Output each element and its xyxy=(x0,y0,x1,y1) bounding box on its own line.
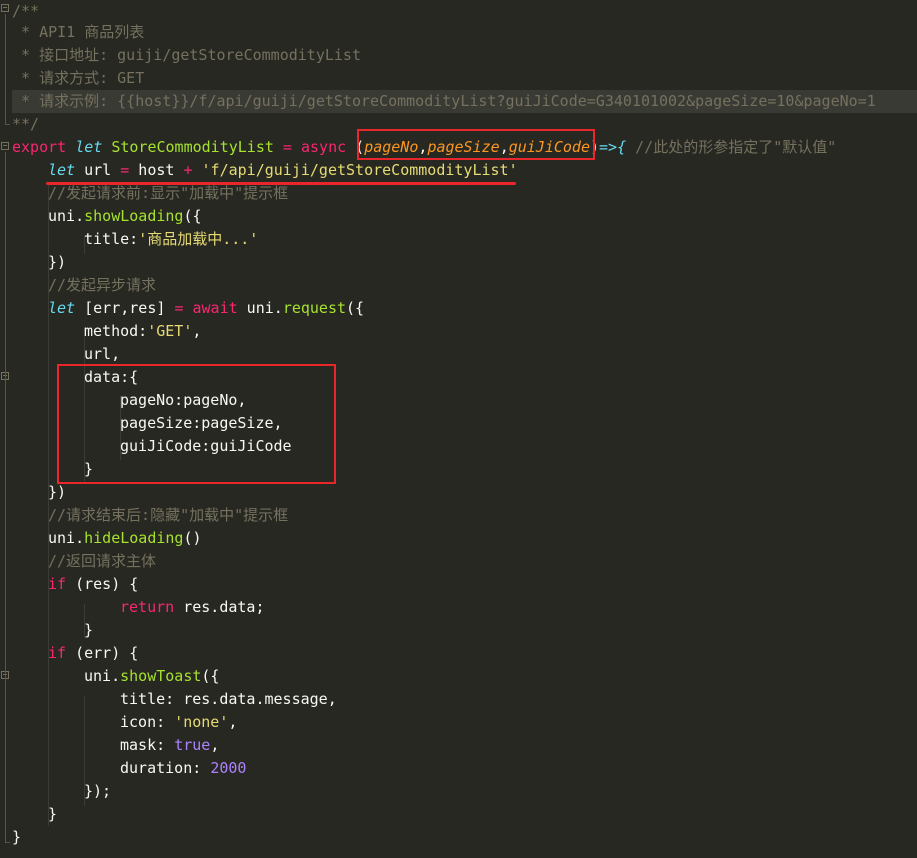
code-line: * 接口地址: guiji/getStoreCommodityList xyxy=(12,46,361,64)
code-line: } xyxy=(84,621,94,639)
fold-toggle-icon[interactable] xyxy=(1,4,9,12)
fold-gutter xyxy=(0,0,12,858)
token-number: 2000 xyxy=(210,759,247,777)
code-line: uni.showLoading({ xyxy=(48,205,917,228)
token-key: title: xyxy=(84,230,139,248)
token-punct: (res) { xyxy=(66,575,139,593)
token-operator: = xyxy=(120,161,130,179)
code-line: }) xyxy=(48,483,67,501)
token-string: '商品加载中...' xyxy=(138,230,259,248)
token-storage: let xyxy=(75,138,103,156)
code-line: title:'商品加载中...' xyxy=(84,228,917,251)
code-line: let url = host + 'f/api/guiji/getStoreCo… xyxy=(48,159,917,182)
code-editor[interactable]: /** * API1 商品列表 * 接口地址: guiji/getStoreCo… xyxy=(0,0,917,858)
token-punct: , xyxy=(192,322,202,340)
token-punct: , xyxy=(228,713,238,731)
token-punct: (err) { xyxy=(66,644,139,662)
token-arrow: =>{ xyxy=(599,138,636,156)
token-keyword: if xyxy=(48,575,67,593)
code-line: * 请求方式: GET xyxy=(12,69,145,87)
code-line: uni.hideLoading() xyxy=(48,527,917,550)
token-operator: = xyxy=(273,138,301,156)
token-operator: + xyxy=(183,161,193,179)
code-line: /** xyxy=(12,2,40,20)
token-identifier: uni. xyxy=(48,207,85,225)
code-line: }) xyxy=(48,253,67,271)
token-identifier: host xyxy=(129,161,184,179)
token-identifier: res.data; xyxy=(174,598,265,616)
token-string: 'f/api/guiji/getStoreCommodityList' xyxy=(192,161,518,179)
code-line-highlighted: * 请求示例: {{host}}/f/api/guiji/getStoreCom… xyxy=(12,90,917,113)
code-line: uni.showToast({ xyxy=(84,665,917,688)
code-line: let [err,res] = await uni.request({ xyxy=(48,297,917,320)
code-line: mask: true, xyxy=(120,734,917,757)
code-line: } xyxy=(12,828,22,846)
token-keyword: if xyxy=(48,644,67,662)
code-line: //发起异步请求 xyxy=(48,276,157,294)
token-function-call: showLoading xyxy=(84,207,184,225)
token-function-call: request xyxy=(282,299,347,317)
annotation-box-data xyxy=(57,364,336,484)
code-line: method:'GET', xyxy=(84,320,917,343)
code-line: //返回请求主体 xyxy=(48,552,157,570)
token-punct: ({ xyxy=(346,299,365,317)
token-punct: , xyxy=(210,736,220,754)
token-comment: //此处的形参指定了"默认值" xyxy=(635,138,837,156)
code-line: //发起请求前:显示"加载中"提示框 xyxy=(48,184,289,202)
annotation-underline-url xyxy=(46,182,516,185)
token-function-name: StoreCommodityList xyxy=(111,138,274,156)
token-key: method: xyxy=(84,322,148,340)
token-storage: let xyxy=(48,161,76,179)
token-key: mask: xyxy=(120,736,175,754)
token-identifier: uni. xyxy=(48,529,85,547)
token-identifier: uni. xyxy=(237,299,283,317)
fold-toggle-icon[interactable] xyxy=(1,142,9,150)
code-line: } xyxy=(48,805,58,823)
token-keyword: async xyxy=(301,138,347,156)
token-function-call: hideLoading xyxy=(84,529,184,547)
token-punct: () xyxy=(183,529,202,547)
token-identifier: [err,res] xyxy=(75,299,175,317)
token-punct: ({ xyxy=(183,207,202,225)
token-punct: ({ xyxy=(201,667,220,685)
token-keyword: await xyxy=(183,299,238,317)
token-keyword: export xyxy=(12,138,67,156)
code-line: }); xyxy=(84,782,112,800)
token-function-call: showToast xyxy=(120,667,202,685)
token-key: icon: xyxy=(120,713,175,731)
token-identifier: uni. xyxy=(84,667,121,685)
fold-range-end xyxy=(5,124,10,125)
code-line: duration: 2000 xyxy=(120,757,917,780)
code-line: icon: 'none', xyxy=(120,711,917,734)
token-string: 'none' xyxy=(174,713,229,731)
token-boolean: true xyxy=(174,736,211,754)
code-line: //请求结束后:隐藏"加载中"提示框 xyxy=(48,506,289,524)
token-string: 'GET' xyxy=(147,322,193,340)
token-keyword: return xyxy=(120,598,175,616)
annotation-box-params xyxy=(357,129,595,160)
token-identifier: url xyxy=(75,161,121,179)
token-key: duration: xyxy=(120,759,211,777)
code-line: if (err) { xyxy=(48,642,917,665)
code-line: if (res) { xyxy=(48,573,917,596)
token-storage: let xyxy=(48,299,76,317)
code-line: return res.data; xyxy=(120,596,917,619)
fold-range-end xyxy=(5,842,10,843)
fold-range-line xyxy=(5,14,6,124)
code-line: url, xyxy=(84,345,121,363)
fold-range-line xyxy=(5,152,6,842)
code-line: title: res.data.message, xyxy=(120,690,337,708)
code-line: * API1 商品列表 xyxy=(12,23,145,41)
